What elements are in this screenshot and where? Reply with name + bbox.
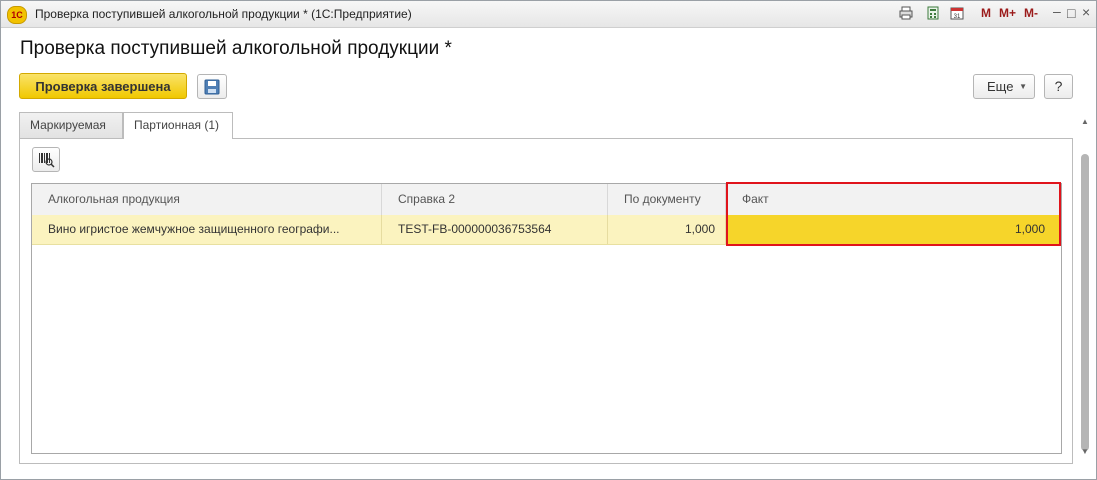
print-icon[interactable] [899, 6, 913, 20]
column-header-certificate[interactable]: Справка 2 [382, 184, 608, 215]
page-title: Проверка поступившей алкогольной продукц… [20, 38, 452, 59]
cell-fact[interactable]: 1,000 [726, 215, 1061, 244]
chevron-down-icon: ▼ [1019, 82, 1027, 91]
save-button[interactable] [197, 74, 227, 99]
vertical-scrollbar[interactable]: ▲ ▼ [1080, 117, 1090, 457]
memory-button[interactable]: M [981, 6, 991, 20]
calculator-icon[interactable] [926, 6, 940, 20]
help-button[interactable]: ? [1044, 74, 1073, 99]
scroll-up-icon[interactable]: ▲ [1080, 117, 1090, 127]
barcode-search-button[interactable] [32, 147, 60, 172]
scroll-down-icon[interactable]: ▼ [1080, 447, 1090, 457]
memory-minus-button[interactable]: M- [1024, 6, 1038, 20]
column-header-product[interactable]: Алкогольная продукция [32, 184, 382, 215]
table-row[interactable]: Вино игристое жемчужное защищенного геог… [32, 215, 1061, 245]
maximize-icon[interactable]: □ [1067, 5, 1075, 21]
table-header: Алкогольная продукция Справка 2 По докум… [32, 184, 1061, 216]
column-header-by-document[interactable]: По документу [608, 184, 726, 215]
app-logo: 1С [7, 6, 27, 24]
tab-marked[interactable]: Маркируемая [19, 112, 123, 138]
calendar-day: 31 [954, 14, 961, 20]
cell-by-document[interactable]: 1,000 [608, 215, 726, 244]
title-bar: 1С Проверка поступившей алкогольной прод… [1, 1, 1096, 28]
barcode-icon [38, 151, 55, 171]
more-button[interactable]: Еще ▼ [973, 74, 1035, 99]
window-title: Проверка поступившей алкогольной продукц… [35, 7, 412, 21]
column-header-fact[interactable]: Факт [726, 184, 1061, 215]
scrollbar-thumb[interactable] [1081, 154, 1089, 451]
save-icon [204, 79, 220, 98]
cell-product[interactable]: Вино игристое жемчужное защищенного геог… [32, 215, 382, 244]
app-window: 1С Проверка поступившей алкогольной прод… [0, 0, 1097, 480]
minimize-icon[interactable]: – [1053, 3, 1061, 19]
calendar-icon[interactable]: 31 [950, 6, 964, 20]
more-label: Еще [987, 79, 1014, 94]
products-table: Алкогольная продукция Справка 2 По докум… [31, 183, 1062, 454]
check-completed-button[interactable]: Проверка завершена [19, 73, 187, 99]
tab-batch[interactable]: Партионная (1) [123, 112, 233, 139]
memory-plus-button[interactable]: M+ [999, 6, 1016, 20]
close-icon[interactable]: × [1082, 4, 1090, 20]
cell-certificate[interactable]: TEST-FB-000000036753564 [382, 215, 608, 244]
